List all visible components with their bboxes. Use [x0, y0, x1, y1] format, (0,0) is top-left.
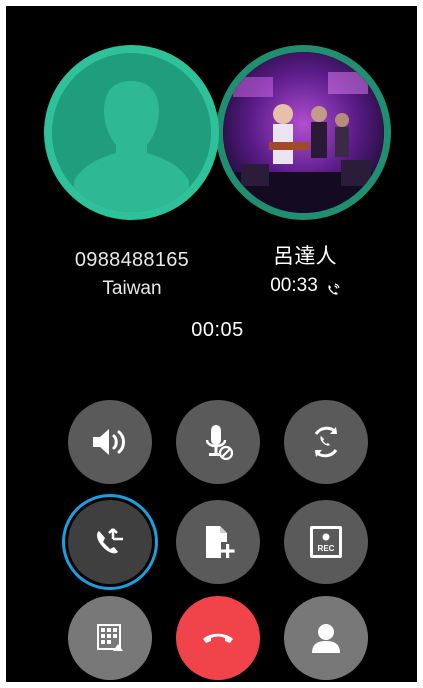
- mute-button[interactable]: [176, 400, 260, 484]
- caller2-name: 呂達人: [273, 245, 337, 268]
- merge-call-icon: [97, 528, 123, 554]
- end-call-icon: [203, 633, 233, 643]
- record-label: REC: [318, 544, 335, 553]
- caller1-avatar[interactable]: [44, 45, 219, 220]
- contacts-icon: [312, 624, 340, 653]
- contacts-button[interactable]: [284, 596, 368, 680]
- speaker-icon: [93, 429, 125, 455]
- dialpad-button[interactable]: [68, 596, 152, 680]
- caller2-duration: 00:33: [270, 275, 318, 296]
- record-icon: REC: [310, 526, 342, 558]
- swap-call-icon: [314, 426, 338, 458]
- person-silhouette-icon: [52, 53, 211, 212]
- dialpad-icon: [97, 624, 123, 651]
- end-call-button[interactable]: [176, 596, 260, 680]
- call-screen: 0988488165 Taiwan 呂達人 00:33 00:05 REC: [6, 6, 417, 682]
- add-note-icon: [206, 526, 235, 558]
- caller2-status: 00:33: [230, 273, 380, 299]
- record-button[interactable]: REC: [284, 500, 368, 584]
- merge-call-button[interactable]: [68, 500, 152, 584]
- caller2-avatar[interactable]: [216, 45, 391, 220]
- wifi-call-icon: [326, 279, 340, 295]
- caller2-info: 呂達人 00:33: [230, 244, 380, 299]
- caller2-photo: [223, 52, 384, 213]
- speaker-button[interactable]: [68, 400, 152, 484]
- active-call-timer: 00:05: [191, 319, 244, 341]
- mic-muted-icon: [205, 425, 234, 461]
- swap-call-button[interactable]: [284, 400, 368, 484]
- add-note-button[interactable]: [176, 500, 260, 584]
- caller1-info: 0988488165 Taiwan: [46, 247, 218, 302]
- caller1-number: 0988488165: [74, 249, 190, 271]
- caller1-location: Taiwan: [102, 278, 162, 299]
